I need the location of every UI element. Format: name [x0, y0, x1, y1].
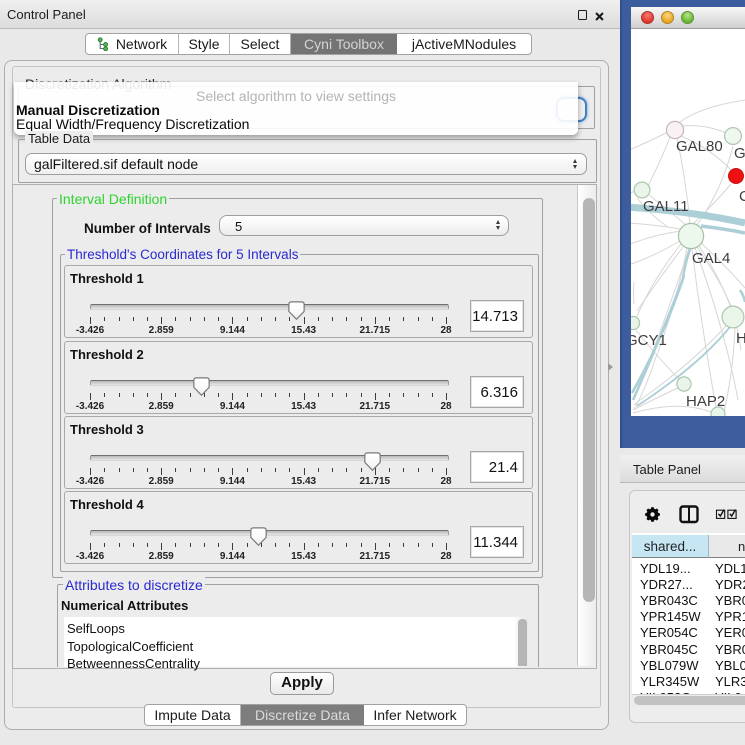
- svg-text:HAP2: HAP2: [686, 393, 725, 410]
- svg-text:C: C: [739, 188, 745, 205]
- svg-text:GAL4: GAL4: [692, 250, 730, 267]
- svg-text:GAL80: GAL80: [676, 138, 723, 155]
- svg-text:GAL11: GAL11: [643, 198, 689, 215]
- svg-text:GCY1: GCY1: [631, 332, 667, 349]
- svg-text:H: H: [736, 330, 745, 347]
- svg-text:GA: GA: [734, 145, 745, 162]
